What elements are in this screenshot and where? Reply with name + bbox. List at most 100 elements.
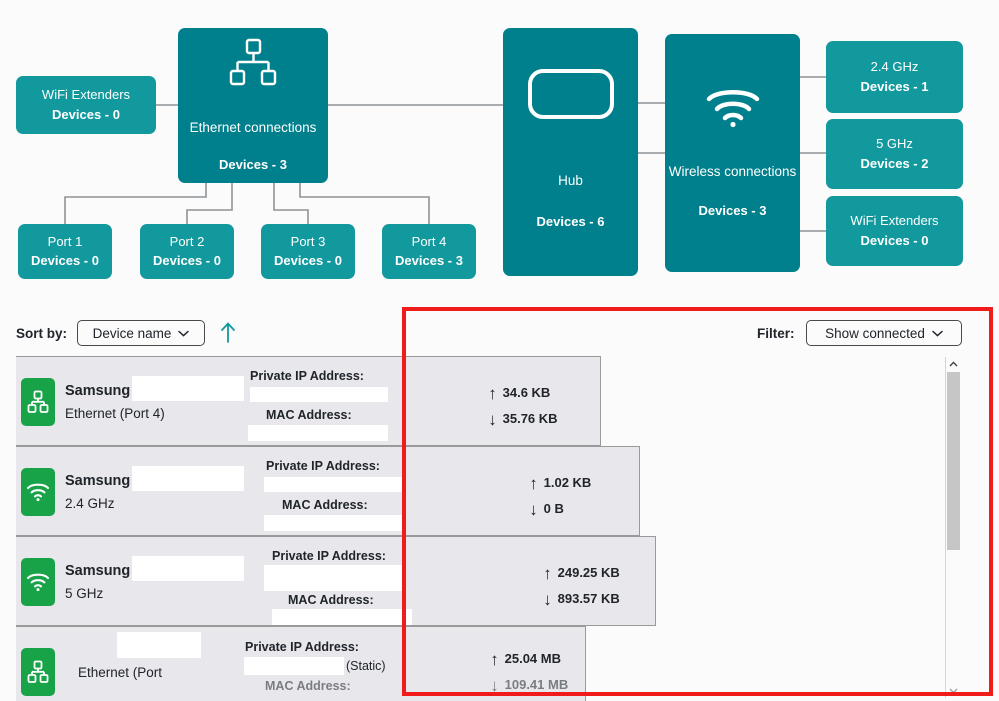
arrow-down-icon: ↓ bbox=[490, 676, 499, 695]
arrow-up-icon: ↑ bbox=[490, 650, 499, 669]
ethernet-device-icon bbox=[21, 378, 55, 426]
topology-node-ethernet-connections[interactable]: Ethernet connections Devices - 3 bbox=[178, 28, 328, 183]
wifi-device-icon bbox=[21, 468, 55, 516]
upload-traffic: ↑ 249.25 KB bbox=[541, 564, 620, 584]
redacted-device-name bbox=[132, 556, 244, 581]
network-topology-diagram: WiFi Extenders Devices - 0 Ethernet conn… bbox=[0, 0, 999, 300]
arrow-down-icon: ↓ bbox=[543, 590, 552, 609]
scrollbar-thumb[interactable] bbox=[947, 372, 960, 550]
topology-node-wireless-connections[interactable]: Wireless connections Devices - 3 bbox=[665, 34, 800, 272]
arrow-up-icon: ↑ bbox=[529, 474, 538, 493]
wifi-device-icon bbox=[21, 558, 55, 606]
device-connection: Ethernet (Port bbox=[78, 665, 163, 680]
node-device-count: Devices - 3 bbox=[395, 253, 463, 268]
scroll-down-arrow-button[interactable] bbox=[946, 684, 961, 698]
device-name: Samsung bbox=[65, 473, 131, 489]
topology-node-port-1[interactable]: Port 1 Devices - 0 bbox=[18, 224, 112, 279]
device-list-item[interactable]: Samsung 5 GHz Private IP Address: MAC Ad… bbox=[16, 536, 656, 626]
redacted-ip-value bbox=[250, 387, 388, 402]
node-title: Ethernet connections bbox=[189, 119, 317, 135]
device-list-scrollbar[interactable] bbox=[945, 357, 960, 698]
topology-node-hub[interactable]: Hub Devices - 6 bbox=[503, 28, 638, 276]
arrow-up-icon: ↑ bbox=[543, 564, 552, 583]
network-tree-icon bbox=[227, 38, 279, 94]
node-device-count: Devices - 0 bbox=[52, 106, 120, 122]
redacted-mac-value bbox=[248, 425, 388, 441]
node-title: Port 2 bbox=[169, 233, 205, 249]
node-device-count: Devices - 0 bbox=[153, 253, 221, 268]
device-connection: 2.4 GHz bbox=[65, 496, 115, 511]
node-device-count: Devices - 0 bbox=[31, 253, 99, 268]
device-list-item[interactable]: Samsung 2.4 GHz Private IP Address: MAC … bbox=[16, 446, 640, 536]
download-traffic: ↓ 109.41 MB bbox=[488, 676, 568, 696]
node-title: Wireless connections bbox=[668, 164, 797, 180]
chevron-down-icon bbox=[178, 330, 190, 337]
download-traffic: ↓ 0 B bbox=[527, 500, 564, 520]
node-device-count: Devices - 0 bbox=[860, 232, 929, 248]
device-connection: 5 GHz bbox=[65, 586, 104, 601]
ethernet-device-icon bbox=[21, 648, 55, 696]
sort-by-select[interactable]: Device name bbox=[77, 320, 205, 346]
filter-label: Filter: bbox=[757, 326, 795, 341]
arrow-up-icon bbox=[221, 322, 235, 343]
sort-by-label: Sort by: bbox=[16, 326, 68, 341]
node-title: WiFi Extenders bbox=[850, 213, 939, 229]
upload-traffic: ↑ 1.02 KB bbox=[527, 474, 591, 494]
node-device-count: Devices - 1 bbox=[860, 78, 929, 94]
redacted-ip-value bbox=[244, 657, 344, 675]
topology-node-band-2-4ghz[interactable]: 2.4 GHz Devices - 1 bbox=[826, 41, 963, 113]
chevron-down-icon bbox=[949, 688, 958, 694]
device-list-item[interactable]: Samsung Ethernet (Port 4) Private IP Add… bbox=[16, 356, 601, 446]
node-title: Port 4 bbox=[411, 233, 447, 249]
arrow-up-icon: ↑ bbox=[488, 384, 497, 403]
private-ip-label: Private IP Address: bbox=[250, 369, 364, 383]
router-icon bbox=[527, 68, 615, 126]
scroll-up-arrow-button[interactable] bbox=[946, 357, 961, 371]
node-device-count: Devices - 2 bbox=[860, 155, 929, 171]
redacted-device-name bbox=[132, 376, 244, 401]
filter-select[interactable]: Show connected bbox=[806, 320, 962, 346]
device-connection: Ethernet (Port 4) bbox=[65, 406, 165, 421]
download-traffic: ↓ 35.76 KB bbox=[486, 410, 557, 430]
sort-by-value: Device name bbox=[92, 325, 172, 341]
device-list[interactable]: Samsung Ethernet (Port 4) Private IP Add… bbox=[16, 356, 963, 701]
list-controls-bar: Sort by: Device name Filter: Show connec… bbox=[0, 318, 999, 354]
redacted-device-name bbox=[132, 466, 244, 491]
redacted-mac-value bbox=[272, 609, 412, 625]
chevron-down-icon bbox=[932, 330, 943, 337]
node-title: 2.4 GHz bbox=[870, 59, 919, 75]
topology-node-band-5ghz[interactable]: 5 GHz Devices - 2 bbox=[826, 119, 963, 189]
node-device-count: Devices - 6 bbox=[536, 214, 605, 230]
node-device-count: Devices - 0 bbox=[274, 253, 342, 268]
private-ip-value: (Static) bbox=[346, 659, 386, 673]
chevron-up-icon bbox=[949, 361, 958, 367]
topology-node-wifi-extenders-right[interactable]: WiFi Extenders Devices - 0 bbox=[826, 196, 963, 266]
device-name: Samsung bbox=[65, 563, 131, 579]
arrow-down-icon: ↓ bbox=[488, 410, 497, 429]
node-title: Port 1 bbox=[47, 233, 83, 249]
redacted-ip-value bbox=[264, 477, 402, 492]
private-ip-label: Private IP Address: bbox=[245, 640, 359, 654]
upload-traffic: ↑ 34.6 KB bbox=[486, 384, 550, 404]
redacted-device-name bbox=[117, 632, 201, 658]
node-title: Hub bbox=[558, 173, 583, 189]
wifi-icon bbox=[705, 86, 761, 134]
upload-traffic: ↑ 25.04 MB bbox=[488, 650, 561, 670]
mac-label: MAC Address: bbox=[282, 498, 368, 512]
sort-direction-ascending-button[interactable] bbox=[218, 320, 238, 346]
node-device-count: Devices - 3 bbox=[698, 203, 767, 219]
node-title: Port 3 bbox=[290, 233, 326, 249]
download-traffic: ↓ 893.57 KB bbox=[541, 590, 620, 610]
device-name: Samsung bbox=[65, 383, 131, 399]
arrow-down-icon: ↓ bbox=[529, 500, 538, 519]
redacted-ip-value bbox=[264, 565, 402, 591]
topology-node-port-3[interactable]: Port 3 Devices - 0 bbox=[261, 224, 355, 279]
device-list-item[interactable]: Ethernet (Port Private IP Address: (Stat… bbox=[16, 626, 586, 701]
topology-node-port-2[interactable]: Port 2 Devices - 0 bbox=[140, 224, 234, 279]
node-device-count: Devices - 3 bbox=[219, 156, 287, 172]
private-ip-label: Private IP Address: bbox=[272, 549, 386, 563]
topology-node-wifi-extenders-left[interactable]: WiFi Extenders Devices - 0 bbox=[16, 76, 156, 134]
redacted-mac-value bbox=[264, 515, 404, 531]
mac-label: MAC Address: bbox=[266, 408, 352, 422]
topology-node-port-4[interactable]: Port 4 Devices - 3 bbox=[382, 224, 476, 279]
